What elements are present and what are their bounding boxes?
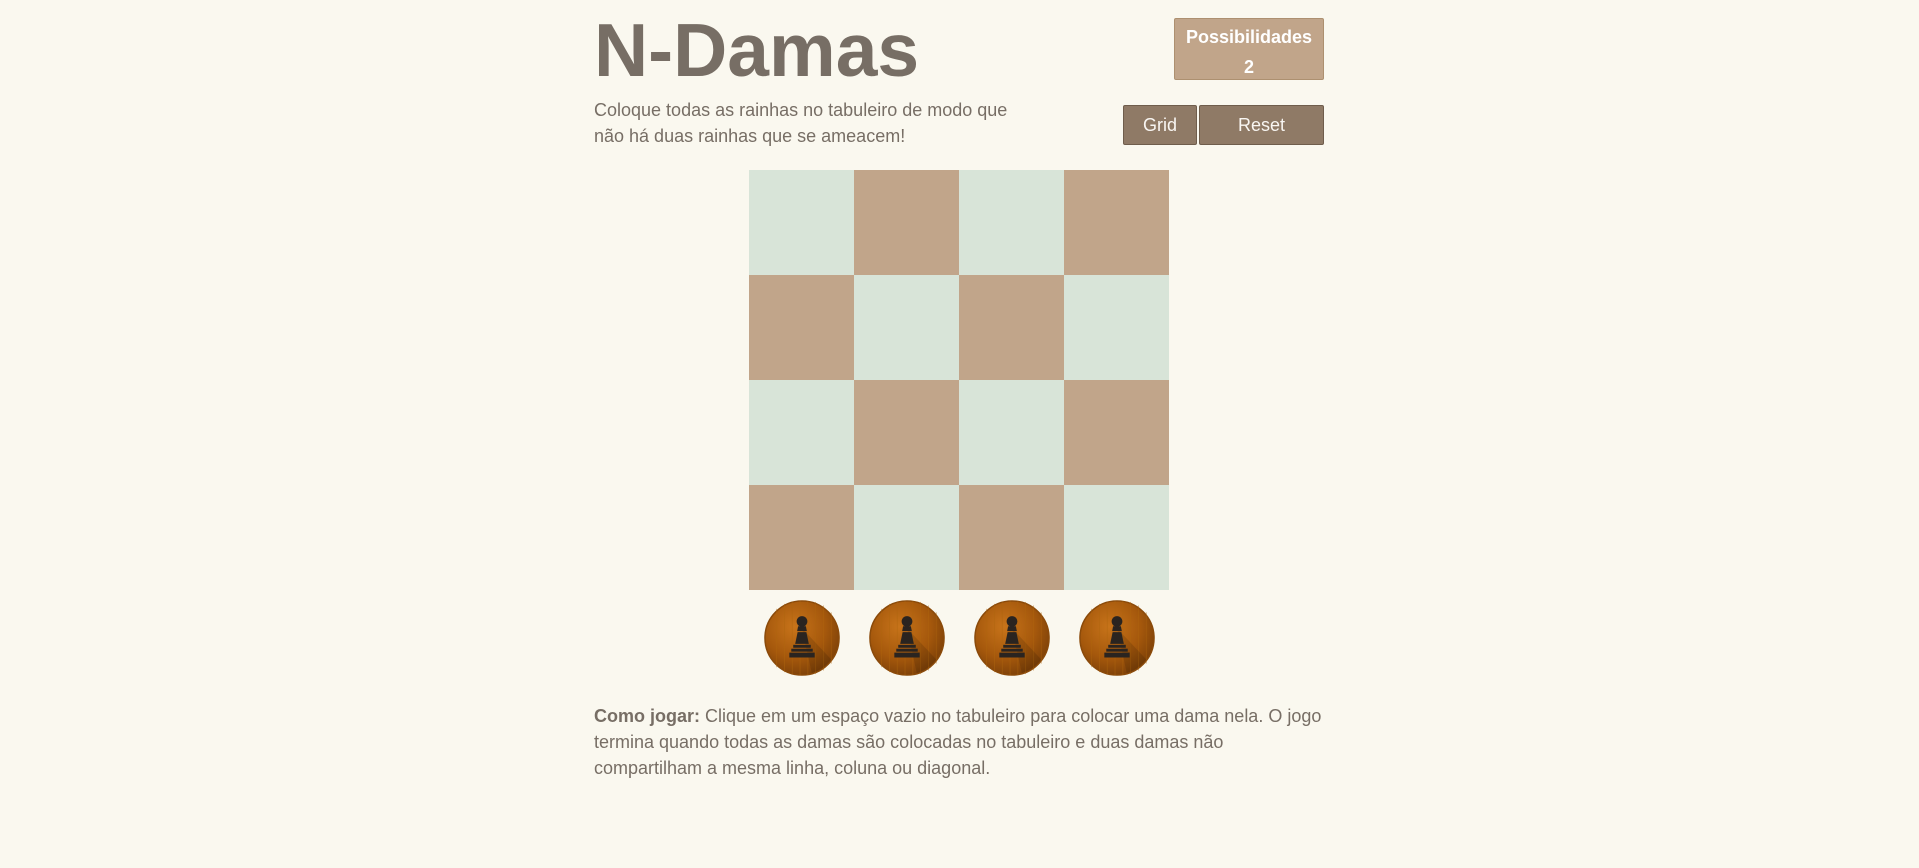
- possibilities-value: 2: [1243, 57, 1254, 77]
- board-cell[interactable]: [854, 275, 959, 380]
- intro-text: Coloque todas as rainhas no tabuleiro de…: [594, 100, 1008, 146]
- chess-piece-icon[interactable]: [763, 599, 841, 677]
- board-cell[interactable]: [959, 485, 1064, 590]
- board-cell[interactable]: [1064, 170, 1169, 275]
- piece-tray: [749, 596, 1169, 680]
- page-title: N-Damas: [594, 8, 920, 92]
- board-cell[interactable]: [854, 170, 959, 275]
- piece-slot: [959, 596, 1064, 680]
- possibilities-counter: Possibilidades 2: [1174, 18, 1324, 80]
- board-cell[interactable]: [854, 380, 959, 485]
- board-cell[interactable]: [854, 485, 959, 590]
- chess-piece-icon[interactable]: [973, 599, 1051, 677]
- board-cell[interactable]: [749, 485, 854, 590]
- chess-piece-icon[interactable]: [1078, 599, 1156, 677]
- board-cell[interactable]: [749, 275, 854, 380]
- piece-slot: [749, 596, 854, 680]
- board-cell[interactable]: [959, 275, 1064, 380]
- board-cell[interactable]: [1064, 485, 1169, 590]
- piece-slot: [854, 596, 959, 680]
- game-board: [749, 170, 1169, 590]
- board-cell[interactable]: [959, 380, 1064, 485]
- board-cell[interactable]: [749, 170, 854, 275]
- board-cell[interactable]: [1064, 275, 1169, 380]
- piece-slot: [1064, 596, 1169, 680]
- instructions: Como jogar: Clique em um espaço vazio no…: [594, 703, 1329, 781]
- grid-button[interactable]: Grid: [1123, 105, 1197, 145]
- chess-piece-icon[interactable]: [868, 599, 946, 677]
- instructions-text: Clique em um espaço vazio no tabuleiro p…: [594, 706, 1322, 778]
- reset-button[interactable]: Reset: [1199, 105, 1324, 145]
- board-cell[interactable]: [749, 380, 854, 485]
- instructions-label: Como jogar:: [594, 706, 700, 726]
- board-cell[interactable]: [959, 170, 1064, 275]
- board-cell[interactable]: [1064, 380, 1169, 485]
- possibilities-label: Possibilidades: [1185, 27, 1313, 47]
